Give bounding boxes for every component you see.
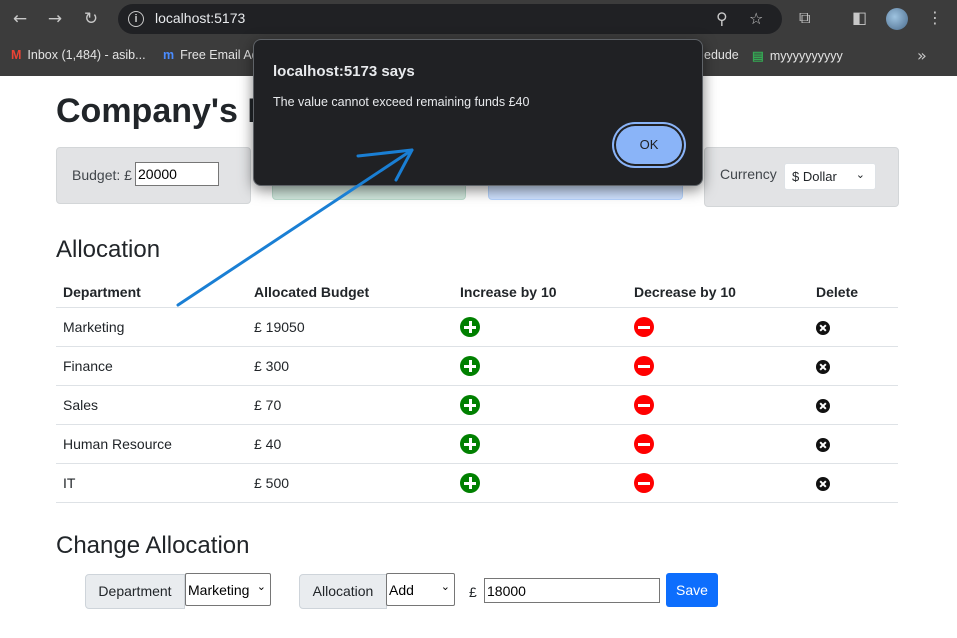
annotation-arrow (176, 148, 414, 307)
arrow-shaft (176, 148, 414, 307)
